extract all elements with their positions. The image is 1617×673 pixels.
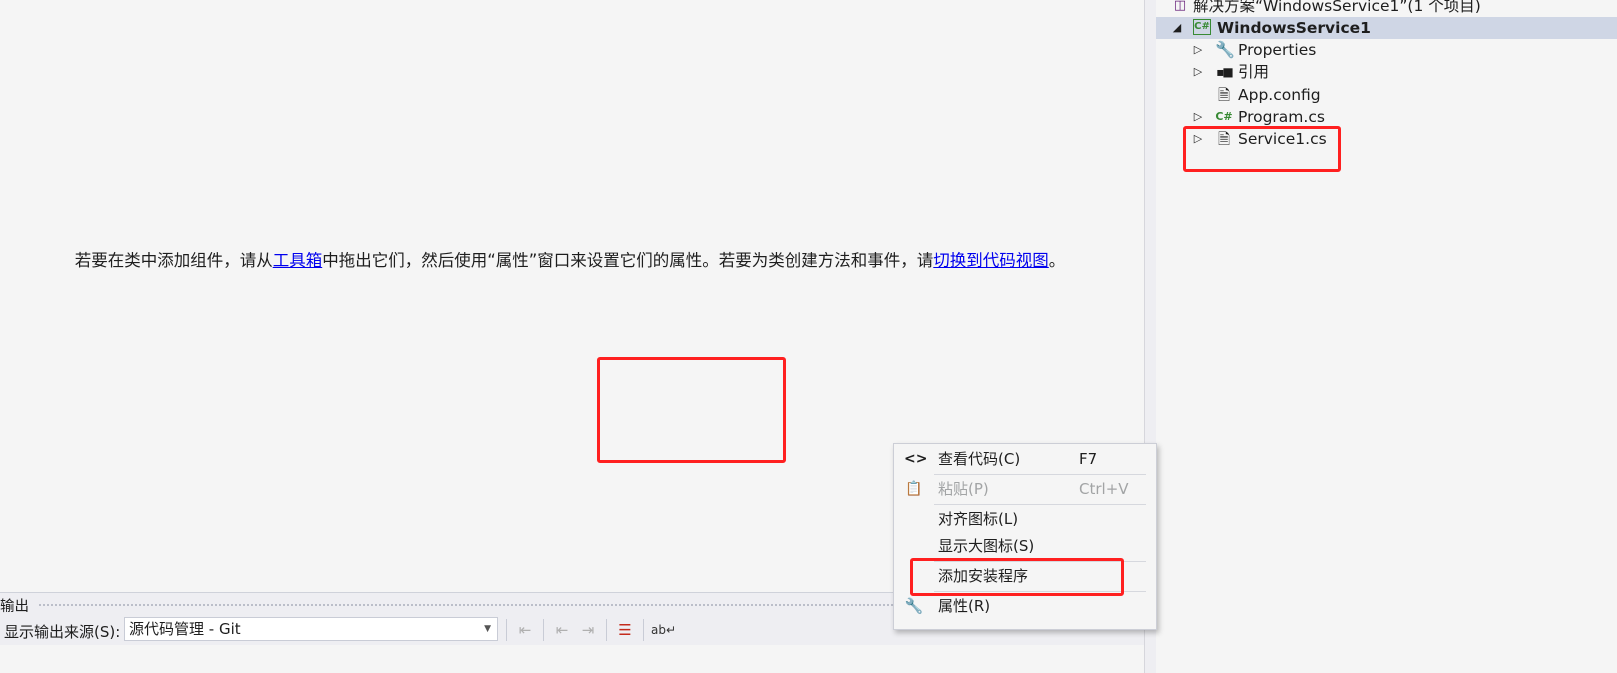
menu-item-label: 属性(R) — [938, 597, 991, 615]
expand-triangle-icon[interactable]: ▷ — [1192, 44, 1204, 56]
menu-item-align-icons[interactable]: 对齐图标(L) — [894, 506, 1156, 532]
toolbar-separator — [643, 619, 644, 641]
menu-item-label: 显示大图标(S) — [938, 537, 1035, 555]
highlight-box-designer — [597, 357, 786, 463]
menu-item-properties[interactable]: 🔧 属性(R) — [894, 593, 1156, 619]
tree-item-label: 引用 — [1238, 63, 1270, 81]
solution-icon: ◫ — [1173, 0, 1187, 13]
tree-item-label: App.config — [1238, 86, 1321, 104]
menu-item-shortcut: F7 — [1079, 450, 1098, 468]
switch-to-code-view-link[interactable]: 切换到代码视图 — [933, 251, 1049, 270]
output-source-label: 显示输出来源(S): — [4, 623, 121, 641]
paste-icon: 📋 — [905, 481, 923, 497]
references-icon: ▪■ — [1216, 65, 1233, 79]
toolbox-link[interactable]: 工具箱 — [273, 251, 323, 270]
toolbar-separator — [506, 619, 507, 641]
csharp-project-icon: C# — [1193, 19, 1211, 35]
csharp-file-icon: C# — [1215, 110, 1233, 123]
wrench-icon: 🔧 — [904, 597, 924, 615]
output-title: 输出 — [0, 599, 29, 615]
menu-item-paste[interactable]: 📋 粘贴(P) Ctrl+V — [894, 476, 1156, 502]
tree-item-label: Properties — [1238, 41, 1317, 59]
menu-separator — [934, 474, 1146, 475]
output-text-area[interactable] — [0, 645, 1144, 673]
hint-text-before: 若要在类中添加组件，请从 — [74, 251, 273, 270]
designer-hint: 若要在类中添加组件，请从工具箱中拖出它们，然后使用“属性”窗口来设置它们的属性。… — [30, 250, 1110, 272]
chevron-down-icon: ▼ — [484, 624, 491, 634]
find-message-icon[interactable]: ⇤ — [514, 619, 536, 641]
panel-grip[interactable] — [38, 603, 918, 607]
tree-item-label: Program.cs — [1238, 108, 1325, 126]
project-node[interactable]: ◢ C# WindowsService1 — [1156, 17, 1617, 39]
collapse-triangle-icon[interactable]: ◢ — [1171, 22, 1183, 34]
config-file-icon: 🗎 — [1217, 86, 1231, 104]
word-wrap-icon[interactable]: ab↵ — [651, 619, 676, 641]
hint-text-after: 。 — [1048, 251, 1066, 270]
output-source-dropdown[interactable]: 源代码管理 - Git ▼ — [124, 617, 498, 641]
menu-item-label: 查看代码(C) — [938, 450, 1021, 468]
solution-label: 解决方案“WindowsService1”(1 个项目) — [1193, 0, 1481, 15]
solution-explorer: ◫ 解决方案“WindowsService1”(1 个项目) ◢ C# Wind… — [1156, 0, 1617, 673]
highlight-box-service1 — [1183, 126, 1341, 172]
menu-item-label: 对齐图标(L) — [938, 510, 1019, 528]
expand-triangle-icon[interactable]: ▷ — [1192, 111, 1204, 123]
menu-item-show-large-icons[interactable]: 显示大图标(S) — [894, 533, 1156, 559]
code-brackets-icon: <> — [904, 451, 928, 467]
previous-message-icon[interactable]: ⇤ — [551, 619, 573, 641]
context-menu: <> 查看代码(C) F7 📋 粘贴(P) Ctrl+V 对齐图标(L) 显示大… — [893, 443, 1157, 630]
menu-item-view-code[interactable]: <> 查看代码(C) F7 — [894, 446, 1156, 472]
toolbar-separator — [606, 619, 607, 641]
highlight-box-add-installer — [910, 558, 1124, 596]
toolbar-separator — [543, 619, 544, 641]
output-source-value: 源代码管理 - Git — [129, 620, 241, 638]
menu-item-label: 粘贴(P) — [938, 480, 989, 498]
menu-separator — [934, 504, 1146, 505]
project-label: WindowsService1 — [1217, 19, 1371, 37]
hint-text-middle: 中拖出它们，然后使用“属性”窗口来设置它们的属性。若要为类创建方法和事件，请 — [322, 251, 934, 270]
expand-triangle-icon[interactable]: ▷ — [1192, 66, 1204, 78]
menu-item-shortcut: Ctrl+V — [1079, 480, 1129, 498]
wrench-icon: 🔧 — [1215, 40, 1235, 59]
next-message-icon[interactable]: ⇥ — [577, 619, 599, 641]
clear-all-icon[interactable]: ☰ — [614, 619, 636, 641]
